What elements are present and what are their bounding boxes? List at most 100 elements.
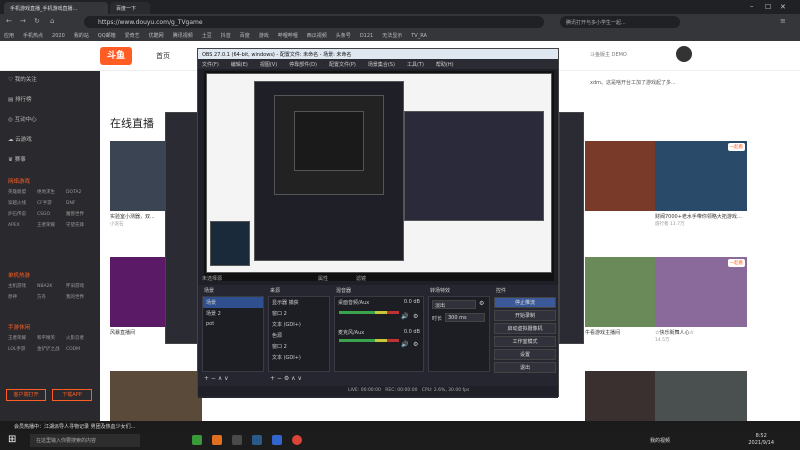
sidebar-category[interactable]: 金铲铲之战 [37, 344, 66, 355]
duration-input[interactable]: 300 ms [445, 313, 485, 322]
browser-tab[interactable]: 百度一下 [110, 2, 150, 14]
gear-icon[interactable]: ⚙ [413, 341, 418, 348]
browser-tab-active[interactable]: 手机游戏直播_手机游戏直播... [4, 2, 108, 14]
sidebar-category[interactable]: 主机游戏 [8, 281, 37, 292]
bookmark-item[interactable]: 2020 [52, 33, 65, 39]
obs-app-icon[interactable] [232, 435, 242, 445]
sidebar-category[interactable]: 英雄联盟 [8, 187, 37, 198]
sidebar-category[interactable]: 魔兽世界 [66, 209, 95, 220]
bookmark-item[interactable]: 抖音 [221, 32, 231, 39]
sidebar-category[interactable]: 火影忍者 [66, 333, 95, 344]
sidebar-category[interactable]: 绝地求生 [37, 187, 66, 198]
windows-start-icon[interactable]: ⊞ [8, 434, 16, 445]
bookmark-item[interactable]: TV_RA [411, 33, 427, 39]
studio-mode-button[interactable]: 工作室模式 [494, 336, 556, 347]
avatar[interactable] [676, 46, 692, 62]
sidebar-item-rank[interactable]: ▤ 排行榜 [8, 95, 31, 103]
bookmark-item[interactable]: 爱奇艺 [125, 32, 140, 39]
sidebar-category[interactable]: APEX [8, 220, 37, 231]
background-window[interactable] [559, 112, 584, 344]
stop-streaming-button[interactable]: 停止推流 [494, 297, 556, 308]
source-item[interactable]: 窗口 2 [269, 341, 329, 352]
sidebar-category[interactable]: DOTA2 [66, 187, 95, 198]
scenes-list[interactable]: 场景 场景 2 pot [202, 296, 264, 372]
sidebar-category[interactable]: 炉石传说 [8, 209, 37, 220]
sources-list[interactable]: 显示器 捕获 窗口 2 文本 (GDI+) 色源 窗口 2 文本 (GDI+) [268, 296, 330, 372]
steam-icon[interactable] [252, 435, 262, 445]
live-thumbnail[interactable] [585, 371, 655, 421]
gear-icon[interactable]: ⚙ [479, 300, 484, 307]
window-minimize-icon[interactable]: – [750, 2, 754, 10]
sidebar-category[interactable]: NBA2K [37, 281, 66, 292]
sidebar-category[interactable]: 王者荣耀 [8, 333, 37, 344]
exit-button[interactable]: 退出 [494, 362, 556, 373]
speaker-icon[interactable]: 🔊 [401, 341, 408, 348]
url-bar[interactable]: https://www.douyu.com/g_TVgame [84, 16, 544, 28]
bookmark-item[interactable]: 哔哩哔哩 [278, 32, 298, 39]
sidebar-category[interactable]: 穿越火线 [8, 198, 37, 209]
scene-item[interactable]: 场景 2 [203, 308, 263, 319]
download-app-button[interactable]: 下载APP [52, 389, 92, 401]
home-icon[interactable]: ⌂ [50, 17, 54, 25]
taskbar-weather[interactable]: 我的视频 [650, 437, 670, 444]
nav-home[interactable]: 首页 [156, 51, 170, 61]
app-icon[interactable] [272, 435, 282, 445]
bookmark-item[interactable]: 土豆 [202, 32, 212, 39]
background-window[interactable] [165, 112, 200, 344]
chrome-icon[interactable] [292, 435, 302, 445]
taskbar-search-input[interactable]: 在这里输入你要搜索的内容 [30, 434, 140, 447]
sidebar-category[interactable]: 怀旧游戏 [66, 281, 95, 292]
sidebar-category[interactable]: 原神 [8, 292, 37, 303]
sidebar-category[interactable]: CODM [66, 344, 95, 355]
bookmark-item[interactable]: 腾讯视频 [173, 32, 193, 39]
bookmark-item[interactable]: 无法显示 [382, 32, 402, 39]
start-recording-button[interactable]: 开始录制 [494, 310, 556, 321]
live-card[interactable]: 一起看 ☆快乐街舞人心☆ 14.5万 [655, 257, 747, 343]
sidebar-category[interactable]: CSGO [37, 209, 66, 220]
sidebar-category[interactable]: DNF [66, 198, 95, 209]
obs-title-bar[interactable]: OBS 27.0.1 (64-bit, windows) - 配置文件: 未命名… [198, 49, 558, 59]
sidebar-category[interactable]: 我的世界 [66, 292, 95, 303]
obs-menu-item[interactable]: 帮助(H) [436, 62, 454, 68]
bookmark-item[interactable]: 头条号 [336, 32, 351, 39]
transition-select[interactable]: 淡出 [432, 300, 476, 309]
obs-menu-item[interactable]: 文件(F) [202, 62, 219, 68]
sidebar-item-follow[interactable]: ♡ 我的关注 [8, 75, 37, 83]
sidebar-item-cloud[interactable]: ☁ 云游戏 [8, 135, 32, 143]
bookmark-item[interactable]: 百度 [240, 32, 250, 39]
taskbar-clock[interactable]: 8:52 2021/9/14 [748, 433, 774, 447]
open-client-button[interactable]: 客户端打开 [6, 389, 46, 401]
menu-icon[interactable]: ≡ [780, 17, 786, 25]
properties-button[interactable]: 属性 [318, 275, 328, 282]
scene-item[interactable]: 场景 [203, 297, 263, 308]
live-thumbnail[interactable] [655, 371, 747, 421]
forward-icon[interactable]: → [20, 17, 26, 25]
scene-item[interactable]: pot [203, 319, 263, 329]
bookmark-item[interactable]: 游戏 [259, 32, 269, 39]
window-close-icon[interactable]: ✕ [780, 3, 786, 11]
source-item[interactable]: 窗口 2 [269, 308, 329, 319]
obs-preview[interactable] [204, 71, 554, 281]
obs-menu-item[interactable]: 视图(V) [260, 62, 277, 68]
sidebar-item-interact[interactable]: ◎ 互动中心 [8, 115, 37, 123]
gear-icon[interactable]: ⚙ [413, 313, 418, 320]
live-thumbnail[interactable] [110, 371, 202, 421]
app-icon[interactable] [192, 435, 202, 445]
bookmark-item[interactable]: 西瓜视频 [307, 32, 327, 39]
site-logo[interactable]: 斗鱼 [100, 47, 132, 65]
add-icon[interactable]: + − ⚙ ∧ ∨ [270, 375, 302, 382]
obs-menu-item[interactable]: 编辑(E) [231, 62, 248, 68]
filters-button[interactable]: 滤镜 [356, 275, 366, 282]
sidebar-item-esports[interactable]: ♛ 赛事 [8, 155, 26, 163]
sidebar-category[interactable]: 王者荣耀 [37, 220, 66, 231]
source-item[interactable]: 文本 (GDI+) [269, 319, 329, 330]
browser-search-box[interactable]: 腾讯打开与多小学生一起... [560, 16, 680, 28]
back-icon[interactable]: ← [6, 17, 12, 25]
virtual-camera-button[interactable]: 启动虚拟摄像机 [494, 323, 556, 334]
bookmark-item[interactable]: 手机热点 [23, 32, 43, 39]
sidebar-category[interactable]: 守望先锋 [66, 220, 95, 231]
sidebar-category[interactable]: LOL手游 [8, 344, 37, 355]
speaker-icon[interactable]: 🔊 [401, 313, 408, 320]
window-maximize-icon[interactable]: ☐ [765, 3, 771, 11]
live-card[interactable]: 一起看 财阀7000+老水手带你领略大拓游戏... 旅行者 13.7万 [655, 141, 747, 227]
